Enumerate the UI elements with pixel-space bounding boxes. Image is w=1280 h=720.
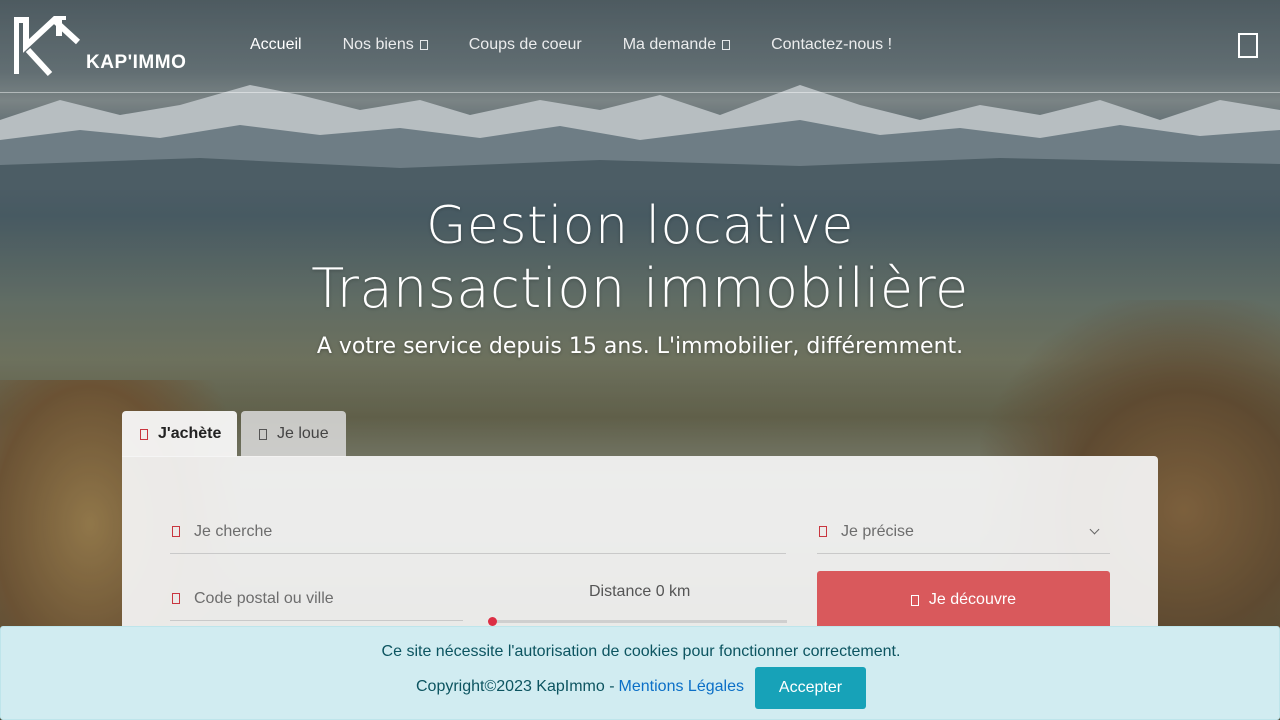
precise-placeholder: Je précise <box>841 522 914 540</box>
cookie-footer-line: Copyright©2023 KapImmo - Mentions Légale… <box>416 678 744 696</box>
discover-label: Je découvre <box>928 591 1017 608</box>
nav-item-label: Nos biens <box>342 36 414 53</box>
postal-code-input[interactable]: Code postal ou ville <box>170 577 463 621</box>
nav-item-coups-de-coeur[interactable]: Coups de coeur <box>469 36 582 54</box>
distance-slider-track[interactable] <box>492 620 787 623</box>
distance-label: Distance 0 km <box>589 583 691 600</box>
precise-select[interactable]: Je précise <box>817 510 1110 554</box>
menu-toggle-button[interactable] <box>1238 33 1258 58</box>
logo[interactable]: KAP'IMMO <box>13 15 187 78</box>
tab-label: Je loue <box>277 425 329 442</box>
logo-text: KAP'IMMO <box>86 52 187 73</box>
cookie-message: Ce site nécessite l'autorisation de cook… <box>381 643 901 660</box>
dropdown-icon <box>722 40 731 50</box>
tab-label: J'achète <box>158 425 222 442</box>
filter-icon <box>819 526 827 537</box>
search-icon <box>910 594 919 606</box>
postal-placeholder: Code postal ou ville <box>194 589 334 607</box>
cookie-banner: Ce site nécessite l'autorisation de cook… <box>0 626 1280 720</box>
hero-title-line1: Gestion locative <box>426 196 854 256</box>
house-logo-icon <box>13 15 81 77</box>
hero-title-line2: Transaction immobilière <box>311 257 969 320</box>
tab-buy[interactable]: J'achète <box>122 411 237 457</box>
hero-subtitle: A votre service depuis 15 ans. L'immobil… <box>316 334 964 359</box>
legal-notice-link[interactable]: Mentions Légales <box>619 678 744 696</box>
main-nav: Accueil Nos biens Coups de coeur Ma dema… <box>250 36 933 54</box>
accept-cookies-button[interactable]: Accepter <box>755 667 866 709</box>
nav-item-label: Contactez-nous ! <box>771 36 893 53</box>
nav-item-ma-demande[interactable]: Ma demande <box>622 36 731 54</box>
search-placeholder: Je cherche <box>194 522 273 540</box>
nav-item-contact[interactable]: Contactez-nous ! <box>771 36 892 54</box>
cart-icon <box>140 428 148 440</box>
nav-item-label: Accueil <box>250 36 302 53</box>
distance-slider-handle[interactable] <box>488 617 497 626</box>
tab-rent[interactable]: Je loue <box>241 411 346 457</box>
search-input[interactable]: Je cherche <box>170 510 786 554</box>
copyright-text: Copyright©2023 KapImmo - <box>416 678 615 695</box>
nav-item-label: Coups de coeur <box>468 36 582 53</box>
search-panel: Je cherche Je précise Code postal ou vil… <box>122 456 1158 646</box>
site-header: KAP'IMMO Accueil Nos biens Coups de coeu… <box>0 0 1280 93</box>
map-marker-icon <box>172 593 180 604</box>
chevron-down-icon <box>1089 524 1100 535</box>
key-icon <box>259 428 267 440</box>
nav-item-nos-biens[interactable]: Nos biens <box>343 36 428 54</box>
discover-button[interactable]: Je découvre <box>817 571 1110 629</box>
search-icon <box>172 526 180 537</box>
dropdown-icon <box>419 40 428 50</box>
nav-item-label: Ma demande <box>622 36 717 53</box>
nav-item-accueil[interactable]: Accueil <box>250 36 302 54</box>
